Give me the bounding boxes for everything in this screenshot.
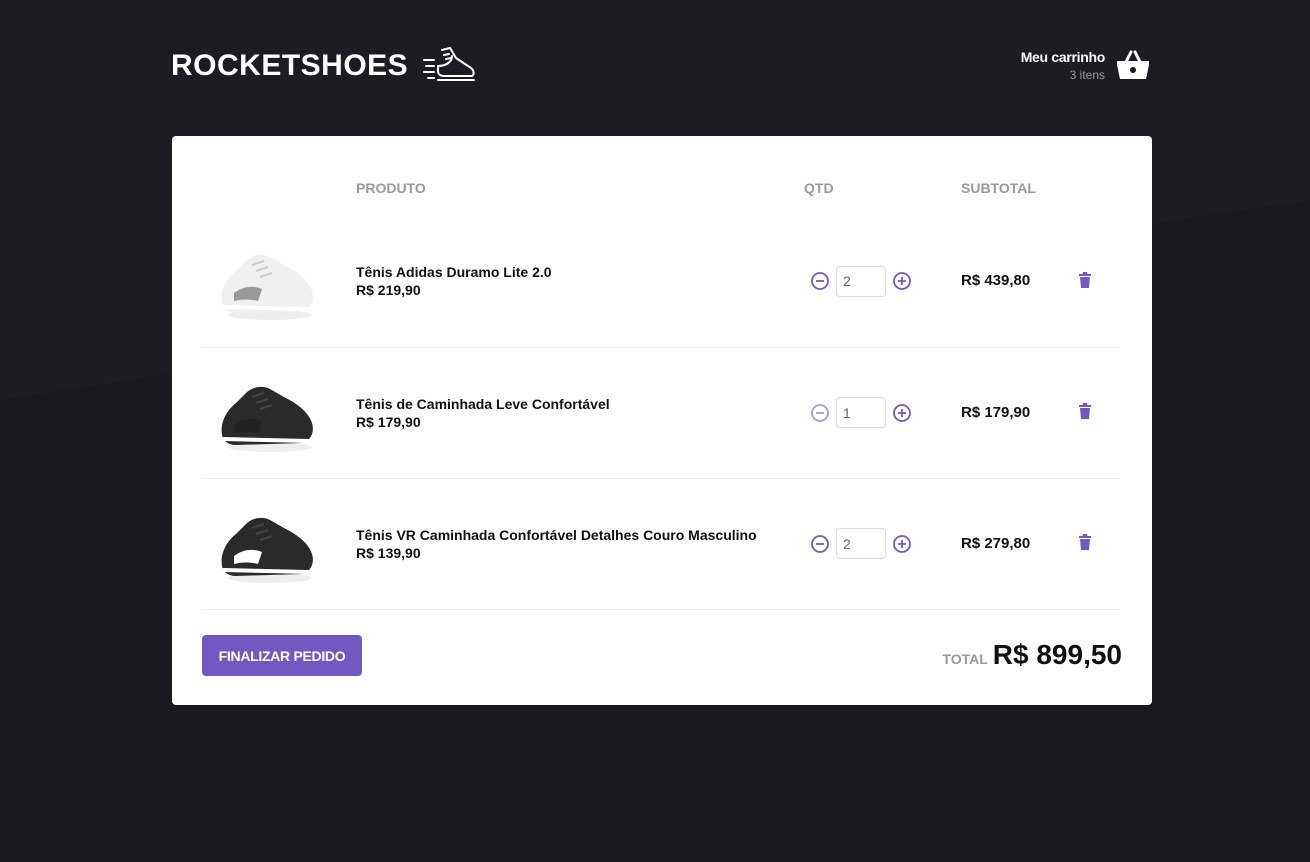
subtotal-value: R$ 439,80 bbox=[961, 272, 1031, 290]
minus-circle-icon bbox=[811, 534, 829, 553]
plus-circle-icon bbox=[893, 534, 911, 553]
qty-cell bbox=[804, 216, 961, 348]
product-table: PRODUTO QTD SUBTOTAL Tênis Adidas Duramo… bbox=[202, 166, 1120, 610]
header-image bbox=[202, 166, 356, 216]
trash-icon bbox=[1079, 403, 1091, 419]
product-name: Tênis de Caminhada Leve Confortável bbox=[356, 395, 610, 412]
product-cell: Tênis VR Caminhada Confortável Detalhes … bbox=[356, 478, 804, 610]
product-price: R$ 219,90 bbox=[356, 282, 421, 299]
delete-button[interactable] bbox=[1074, 267, 1096, 296]
header-qty: QTD bbox=[804, 180, 834, 196]
quantity-stepper bbox=[804, 397, 961, 428]
running-shoe-icon bbox=[423, 47, 476, 81]
quantity-input[interactable] bbox=[836, 528, 886, 559]
delete-cell bbox=[1066, 478, 1120, 610]
delete-button[interactable] bbox=[1074, 529, 1096, 558]
decrement-button[interactable] bbox=[810, 271, 830, 291]
product-image bbox=[221, 255, 313, 321]
shopping-basket-icon bbox=[1117, 50, 1149, 79]
table-header-row: PRODUTO QTD SUBTOTAL bbox=[202, 166, 1120, 216]
minus-circle-icon bbox=[811, 403, 829, 422]
subtotal-cell: R$ 439,80 bbox=[961, 216, 1066, 348]
quantity-stepper bbox=[804, 265, 961, 297]
product-name: Tênis Adidas Duramo Lite 2.0 bbox=[356, 264, 552, 281]
logo-link[interactable]: ROCKETSHOES bbox=[171, 44, 478, 88]
cart-link[interactable]: Meu carrinho 3 itens bbox=[1021, 48, 1151, 82]
increment-button[interactable] bbox=[892, 403, 912, 423]
table-row: Tênis VR Caminhada Confortável Detalhes … bbox=[202, 478, 1120, 610]
qty-cell bbox=[804, 478, 961, 610]
total-label: TOTAL bbox=[942, 651, 988, 667]
total: TOTAL R$ 899,50 bbox=[942, 639, 1122, 671]
decrement-button[interactable] bbox=[810, 403, 830, 423]
header-product: PRODUTO bbox=[356, 180, 426, 196]
increment-button[interactable] bbox=[892, 534, 912, 554]
subtotal-cell: R$ 179,90 bbox=[961, 347, 1066, 479]
quantity-stepper bbox=[804, 528, 961, 559]
product-image-cell bbox=[202, 478, 356, 610]
table-row: Tênis de Caminhada Leve Confortável R$ 1… bbox=[202, 347, 1120, 479]
table-row: Tênis Adidas Duramo Lite 2.0 R$ 219,90 2… bbox=[202, 216, 1120, 348]
qty-cell bbox=[804, 347, 961, 479]
product-price: R$ 179,90 bbox=[356, 413, 421, 430]
subtotal-value: R$ 179,90 bbox=[961, 403, 1031, 421]
cart-count: 3 itens bbox=[1069, 67, 1105, 82]
product-cell: Tênis de Caminhada Leve Confortável R$ 1… bbox=[356, 347, 804, 479]
product-image-cell bbox=[202, 347, 356, 479]
total-value: R$ 899,50 bbox=[992, 639, 1122, 670]
header: ROCKETSHOES Meu carrinho 3 itens bbox=[171, 40, 1151, 100]
minus-circle-icon bbox=[811, 272, 829, 291]
subtotal-cell: R$ 279,80 bbox=[961, 478, 1066, 610]
checkout-button[interactable]: FINALIZAR PEDIDO bbox=[202, 635, 362, 676]
quantity-input[interactable] bbox=[836, 265, 886, 297]
product-image bbox=[221, 386, 313, 452]
product-price: R$ 139,90 bbox=[356, 544, 421, 561]
product-image-cell bbox=[202, 216, 356, 348]
increment-button[interactable] bbox=[892, 271, 912, 291]
cart-container: PRODUTO QTD SUBTOTAL Tênis Adidas Duramo… bbox=[172, 136, 1152, 705]
header-actions bbox=[1066, 166, 1120, 216]
trash-icon bbox=[1079, 534, 1091, 550]
cart-info: Meu carrinho 3 itens bbox=[1020, 48, 1106, 82]
plus-circle-icon bbox=[893, 403, 911, 422]
delete-cell bbox=[1066, 347, 1120, 479]
app: ROCKETSHOES Meu carrinho 3 itens PRODUTO… bbox=[0, 0, 1310, 862]
product-image bbox=[221, 517, 313, 583]
trash-icon bbox=[1079, 271, 1091, 288]
decrement-button[interactable] bbox=[810, 534, 830, 554]
quantity-input[interactable] bbox=[836, 397, 886, 428]
plus-circle-icon bbox=[893, 272, 911, 291]
cart-footer: FINALIZAR PEDIDO TOTAL R$ 899,50 bbox=[202, 635, 1122, 676]
subtotal-value: R$ 279,80 bbox=[961, 534, 1031, 552]
logo-text: ROCKETSHOES bbox=[171, 49, 409, 82]
cart-title: Meu carrinho bbox=[1020, 48, 1106, 65]
header-subtotal: SUBTOTAL bbox=[961, 180, 1036, 196]
product-name: Tênis VR Caminhada Confortável Detalhes … bbox=[356, 526, 757, 543]
delete-cell bbox=[1066, 216, 1120, 348]
delete-button[interactable] bbox=[1074, 398, 1096, 427]
product-cell: Tênis Adidas Duramo Lite 2.0 R$ 219,90 bbox=[356, 216, 804, 348]
